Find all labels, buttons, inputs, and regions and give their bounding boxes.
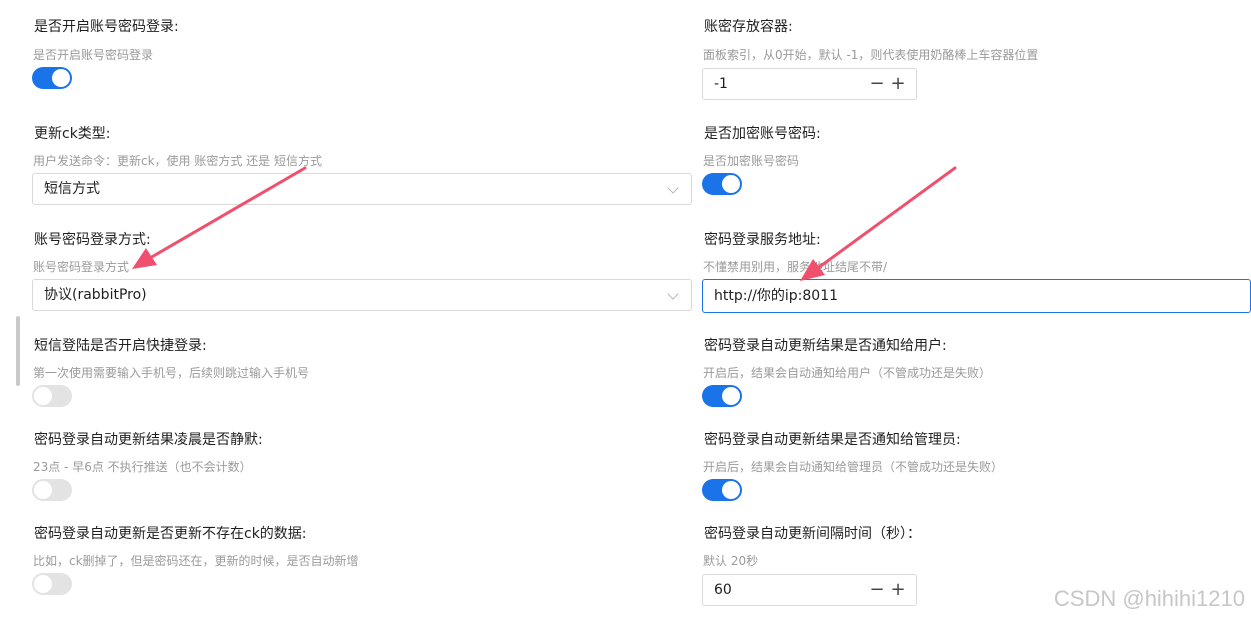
encrypt-password-switch[interactable]: [702, 173, 742, 195]
notify-admin-switch[interactable]: [702, 479, 742, 501]
encrypt-password-label: 是否加密账号密码:: [704, 126, 821, 142]
update-missing-ck-label: 密码登录自动更新是否更新不存在ck的数据:: [34, 526, 307, 542]
account-login-switch[interactable]: [32, 67, 72, 89]
notify-admin-label: 密码登录自动更新结果是否通知给管理员:: [704, 432, 961, 448]
increment-button[interactable]: +: [889, 579, 907, 601]
login-method-select[interactable]: 协议(rabbitPro): [32, 279, 692, 311]
interval-value: 60: [714, 582, 732, 598]
decrement-button[interactable]: −: [868, 73, 886, 95]
notify-user-label: 密码登录自动更新结果是否通知给用户:: [704, 338, 947, 354]
switch-knob: [722, 387, 740, 405]
notify-user-switch[interactable]: [702, 385, 742, 407]
switch-knob: [34, 481, 52, 499]
update-ck-type-select[interactable]: 短信方式: [32, 173, 692, 205]
service-url-help: 不懂禁用别用，服务地址结尾不带/: [703, 260, 888, 274]
silent-night-label: 密码登录自动更新结果凌晨是否静默:: [34, 432, 263, 448]
silent-night-switch[interactable]: [32, 479, 72, 501]
switch-knob: [34, 387, 52, 405]
switch-knob: [722, 175, 740, 193]
silent-night-help: 23点 - 早6点 不执行推送（也不会计数）: [33, 460, 252, 474]
increment-button[interactable]: +: [889, 73, 907, 95]
interval-stepper[interactable]: 60 − +: [702, 574, 917, 606]
notify-admin-help: 开启后，结果会自动通知给管理员（不管成功还是失败）: [703, 460, 1004, 474]
container-stepper[interactable]: -1 − +: [702, 68, 917, 100]
container-help: 面板索引，从0开始，默认 -1，则代表使用奶酪棒上车容器位置: [703, 48, 1039, 62]
login-method-label: 账号密码登录方式:: [34, 232, 151, 248]
service-url-label: 密码登录服务地址:: [704, 232, 821, 248]
update-ck-type-label: 更新ck类型:: [34, 126, 111, 142]
watermark: CSDN @hihihi1210: [1053, 586, 1245, 611]
container-label: 账密存放容器:: [704, 19, 793, 35]
scrollbar-thumb[interactable]: [16, 316, 20, 386]
update-missing-ck-switch[interactable]: [32, 573, 72, 595]
service-url-value: http://你的ip:8011: [714, 288, 839, 304]
account-login-label: 是否开启账号密码登录:: [34, 19, 179, 35]
sms-quick-login-help: 第一次使用需要输入手机号，后续则跳过输入手机号: [33, 366, 310, 380]
update-missing-ck-help: 比如，ck删掉了，但是密码还在，更新的时候，是否自动新增: [33, 554, 359, 568]
decrement-button[interactable]: −: [868, 579, 886, 601]
container-value: -1: [714, 76, 728, 92]
sms-quick-login-switch[interactable]: [32, 385, 72, 407]
interval-label: 密码登录自动更新间隔时间（秒）：: [704, 526, 921, 542]
account-login-help: 是否开启账号密码登录: [33, 48, 154, 62]
sms-quick-login-label: 短信登陆是否开启快捷登录:: [34, 338, 207, 354]
update-ck-type-value: 短信方式: [44, 181, 100, 197]
login-method-value: 协议(rabbitPro): [44, 287, 147, 303]
chevron-down-icon: [667, 182, 679, 194]
switch-knob: [722, 481, 740, 499]
login-method-help: 账号密码登录方式: [33, 260, 130, 274]
chevron-down-icon: [667, 288, 679, 300]
service-url-input[interactable]: http://你的ip:8011: [702, 279, 1251, 313]
interval-help: 默认 20秒: [703, 554, 759, 568]
switch-knob: [52, 69, 70, 87]
update-ck-type-help: 用户发送命令：更新ck，使用 账密方式 还是 短信方式: [33, 154, 322, 168]
encrypt-password-help: 是否加密账号密码: [703, 154, 800, 168]
switch-knob: [34, 575, 52, 593]
notify-user-help: 开启后，结果会自动通知给用户（不管成功还是失败）: [703, 366, 992, 380]
